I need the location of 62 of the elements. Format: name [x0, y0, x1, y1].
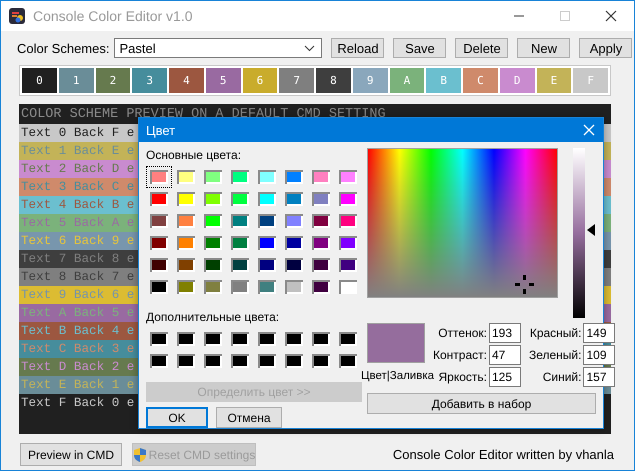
- field-label: Синий:: [542, 370, 582, 384]
- preview-text: Text 4 Back B e: [21, 198, 134, 212]
- color-swatch[interactable]: 8: [316, 68, 351, 93]
- close-icon[interactable]: [605, 10, 617, 22]
- ok-button[interactable]: OK: [146, 407, 208, 428]
- number-field[interactable]: 149: [583, 323, 616, 343]
- field-label: Красный:: [528, 326, 582, 340]
- color-spectrum[interactable]: [367, 148, 558, 298]
- number-field[interactable]: 109: [583, 345, 616, 365]
- number-field[interactable]: 125: [488, 367, 521, 387]
- number-field[interactable]: 157: [583, 367, 616, 387]
- color-swatch[interactable]: [146, 166, 172, 188]
- credit-text: Console Color Editor written by vhanla: [392, 447, 614, 462]
- preview-text: Text A Back 5 e: [21, 306, 134, 320]
- field-label: Контраст:: [433, 348, 487, 362]
- section-label: Дополнительные цвета:: [146, 310, 280, 324]
- preview-text: Text 8 Back 7 e: [21, 270, 134, 284]
- preview-text: Text C Back 3 e: [21, 342, 134, 356]
- section-label: Основные цвета:: [146, 148, 242, 162]
- window-title: Console Color Editor v1.0: [33, 8, 194, 24]
- toolbar-button[interactable]: New: [517, 38, 570, 58]
- color-swatch[interactable]: 1: [58, 68, 94, 93]
- preview-text: Text 0 Back F e: [21, 126, 134, 140]
- preview-text: Text 2 Back D e: [21, 162, 134, 176]
- field-label: Color Schemes:: [17, 40, 110, 56]
- number-field[interactable]: 47: [488, 345, 521, 365]
- preview-text: Text 3 Back C e: [21, 180, 134, 194]
- field-label: Яркость:: [437, 370, 487, 384]
- scheme-dropdown[interactable]: Pastel: [114, 38, 322, 58]
- luminance-slider[interactable]: [573, 148, 597, 318]
- preview-text: Text 5 Back A e: [21, 216, 134, 230]
- color-swatch[interactable]: 7: [279, 68, 314, 93]
- add-to-custom-button[interactable]: Добавить в набор: [367, 393, 596, 414]
- preview-text: Text F Back 0 e: [21, 396, 134, 410]
- toolbar-button[interactable]: Reload: [331, 38, 384, 58]
- number-field[interactable]: 193: [488, 323, 521, 343]
- color-swatch[interactable]: 5: [206, 68, 240, 93]
- field-label: Зеленый:: [528, 348, 582, 362]
- dialog-title: Цвет: [146, 122, 176, 138]
- preview-header: COLOR SCHEME PREVIEW ON A DEFAULT CMD SETTING: [21, 107, 386, 122]
- preview-label: Цвет|Заливка: [361, 370, 433, 382]
- toolbar-button[interactable]: Delete: [455, 38, 508, 58]
- crosshair-icon: [515, 275, 534, 294]
- chevron-down-icon: [304, 44, 316, 52]
- shield-icon: [132, 446, 147, 462]
- field-label: Оттенок:: [437, 326, 487, 340]
- preview-text: Text B Back 4 e: [21, 324, 134, 338]
- preview-text: Text 1 Back E e: [21, 144, 134, 158]
- color-swatch[interactable]: 4: [169, 68, 204, 93]
- color-swatch[interactable]: 3: [132, 68, 167, 93]
- toolbar-button[interactable]: Apply: [579, 38, 632, 58]
- preview-text: Text 6 Back 9 e: [21, 234, 134, 248]
- preview-text: Text D Back 2 e: [21, 360, 134, 374]
- footer-button[interactable]: Preview in CMD: [20, 443, 122, 466]
- color-swatch[interactable]: 2: [96, 68, 130, 93]
- preview-text: Text 9 Back 6 e: [21, 288, 134, 302]
- app-icon: [9, 8, 25, 24]
- color-swatch[interactable]: 0: [22, 68, 57, 93]
- preview-text: Text 7 Back 8 e: [21, 252, 134, 266]
- preview-text: Text E Back 1 e: [21, 378, 134, 392]
- toolbar-button[interactable]: Save: [393, 38, 446, 58]
- cancel-button[interactable]: Отмена: [216, 407, 282, 428]
